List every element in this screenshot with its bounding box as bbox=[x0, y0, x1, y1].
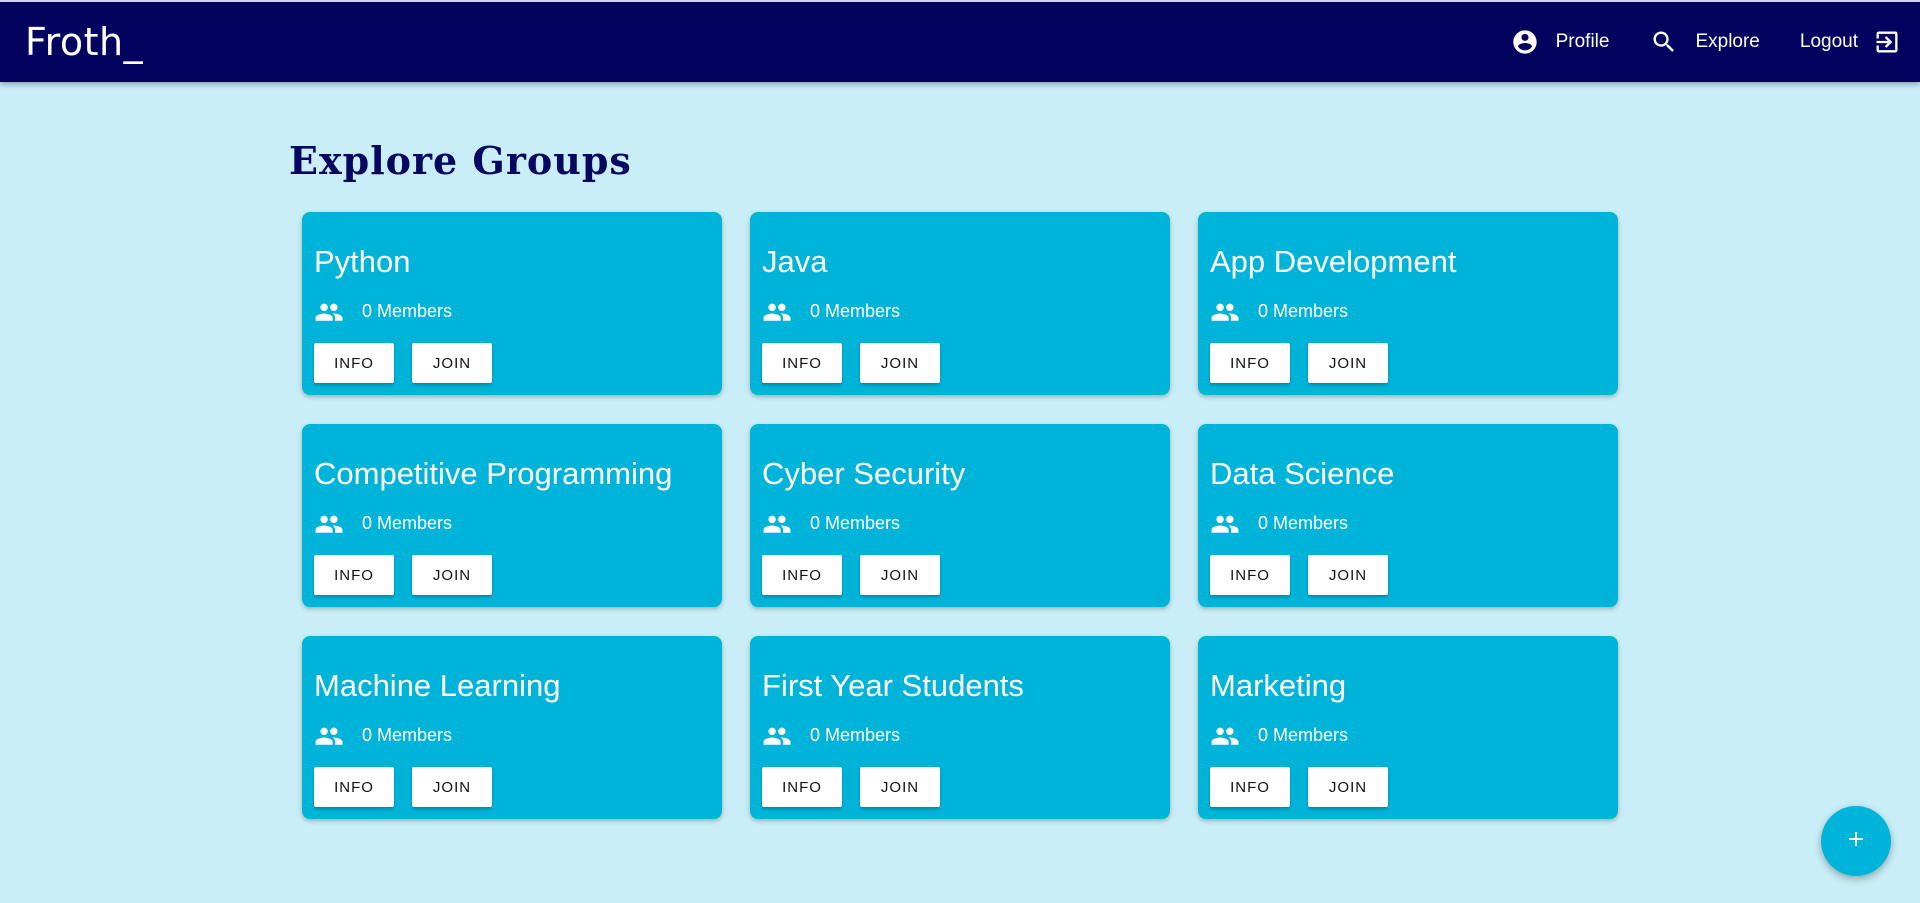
group-card: First Year Students 0 Members INFO JOIN bbox=[750, 636, 1170, 819]
people-icon bbox=[314, 724, 344, 746]
card-actions: INFO JOIN bbox=[1210, 343, 1406, 383]
members-count: 0 Members bbox=[362, 512, 453, 533]
group-card: Machine Learning 0 Members INFO JOIN bbox=[302, 636, 722, 819]
join-button[interactable]: JOIN bbox=[860, 555, 940, 595]
card-actions: INFO JOIN bbox=[1210, 767, 1406, 807]
group-members: 0 Members bbox=[762, 300, 900, 322]
nav-menu: Profile Explore Logout bbox=[1510, 2, 1902, 82]
members-count: 0 Members bbox=[1258, 300, 1349, 321]
info-button[interactable]: INFO bbox=[1210, 555, 1290, 595]
info-button[interactable]: INFO bbox=[314, 343, 394, 383]
group-members: 0 Members bbox=[1210, 724, 1348, 746]
info-button[interactable]: INFO bbox=[314, 767, 394, 807]
join-button[interactable]: JOIN bbox=[1308, 767, 1388, 807]
nav-logout-label: Logout bbox=[1799, 31, 1858, 52]
members-count: 0 Members bbox=[362, 300, 453, 321]
group-members: 0 Members bbox=[314, 512, 452, 534]
page-title: Explore Groups bbox=[289, 138, 632, 183]
group-members: 0 Members bbox=[762, 512, 900, 534]
group-name: Data Science bbox=[1210, 456, 1395, 491]
info-button[interactable]: INFO bbox=[314, 555, 394, 595]
card-actions: INFO JOIN bbox=[314, 343, 510, 383]
card-actions: INFO JOIN bbox=[762, 767, 958, 807]
group-name: Python bbox=[314, 244, 411, 279]
add-group-button[interactable] bbox=[1821, 806, 1891, 876]
info-button[interactable]: INFO bbox=[1210, 767, 1290, 807]
people-icon bbox=[1210, 512, 1240, 534]
info-button[interactable]: INFO bbox=[762, 555, 842, 595]
group-card: Cyber Security 0 Members INFO JOIN bbox=[750, 424, 1170, 607]
members-count: 0 Members bbox=[1258, 512, 1349, 533]
group-name: First Year Students bbox=[762, 668, 1024, 703]
group-members: 0 Members bbox=[1210, 512, 1348, 534]
group-name: Marketing bbox=[1210, 668, 1347, 703]
group-name: Java bbox=[762, 244, 828, 279]
people-icon bbox=[762, 724, 792, 746]
join-button[interactable]: JOIN bbox=[412, 767, 492, 807]
logout-icon bbox=[1872, 27, 1902, 57]
members-count: 0 Members bbox=[362, 724, 453, 745]
members-count: 0 Members bbox=[810, 724, 901, 745]
nav-explore-label: Explore bbox=[1695, 31, 1760, 52]
card-actions: INFO JOIN bbox=[314, 555, 510, 595]
groups-grid: Python 0 Members INFO JOIN Java 0 Member… bbox=[302, 212, 1618, 819]
group-card: Data Science 0 Members INFO JOIN bbox=[1198, 424, 1618, 607]
people-icon bbox=[1210, 724, 1240, 746]
group-name: Cyber Security bbox=[762, 456, 966, 491]
members-count: 0 Members bbox=[810, 300, 901, 321]
nav-logout-link[interactable]: Logout bbox=[1800, 27, 1902, 57]
nav-profile-label: Profile bbox=[1555, 31, 1610, 52]
nav-explore-link[interactable]: Explore bbox=[1649, 27, 1760, 57]
group-members: 0 Members bbox=[762, 724, 900, 746]
people-icon bbox=[1210, 300, 1240, 322]
group-card: Marketing 0 Members INFO JOIN bbox=[1198, 636, 1618, 819]
account-circle-icon bbox=[1510, 27, 1540, 57]
join-button[interactable]: JOIN bbox=[412, 343, 492, 383]
people-icon bbox=[314, 300, 344, 322]
group-card: App Development 0 Members INFO JOIN bbox=[1198, 212, 1618, 395]
group-card: Competitive Programming 0 Members INFO J… bbox=[302, 424, 722, 607]
join-button[interactable]: JOIN bbox=[412, 555, 492, 595]
group-members: 0 Members bbox=[314, 724, 452, 746]
search-icon bbox=[1649, 27, 1679, 57]
group-card: Java 0 Members INFO JOIN bbox=[750, 212, 1170, 395]
card-actions: INFO JOIN bbox=[762, 343, 958, 383]
info-button[interactable]: INFO bbox=[762, 343, 842, 383]
card-actions: INFO JOIN bbox=[762, 555, 958, 595]
info-button[interactable]: INFO bbox=[1210, 343, 1290, 383]
top-navbar: Froth_ Profile Explore Logout bbox=[0, 0, 1920, 82]
people-icon bbox=[762, 512, 792, 534]
brand-logo[interactable]: Froth_ bbox=[25, 20, 143, 64]
group-members: 0 Members bbox=[1210, 300, 1348, 322]
join-button[interactable]: JOIN bbox=[860, 343, 940, 383]
members-count: 0 Members bbox=[810, 512, 901, 533]
people-icon bbox=[314, 512, 344, 534]
group-card: Python 0 Members INFO JOIN bbox=[302, 212, 722, 395]
members-count: 0 Members bbox=[1258, 724, 1349, 745]
group-name: App Development bbox=[1210, 244, 1457, 279]
group-name: Machine Learning bbox=[314, 668, 561, 703]
group-members: 0 Members bbox=[314, 300, 452, 322]
join-button[interactable]: JOIN bbox=[1308, 555, 1388, 595]
card-actions: INFO JOIN bbox=[1210, 555, 1406, 595]
join-button[interactable]: JOIN bbox=[1308, 343, 1388, 383]
info-button[interactable]: INFO bbox=[762, 767, 842, 807]
card-actions: INFO JOIN bbox=[314, 767, 510, 807]
group-name: Competitive Programming bbox=[314, 456, 673, 491]
join-button[interactable]: JOIN bbox=[860, 767, 940, 807]
add-icon bbox=[1844, 827, 1868, 856]
people-icon bbox=[762, 300, 792, 322]
nav-profile-link[interactable]: Profile bbox=[1510, 27, 1610, 57]
